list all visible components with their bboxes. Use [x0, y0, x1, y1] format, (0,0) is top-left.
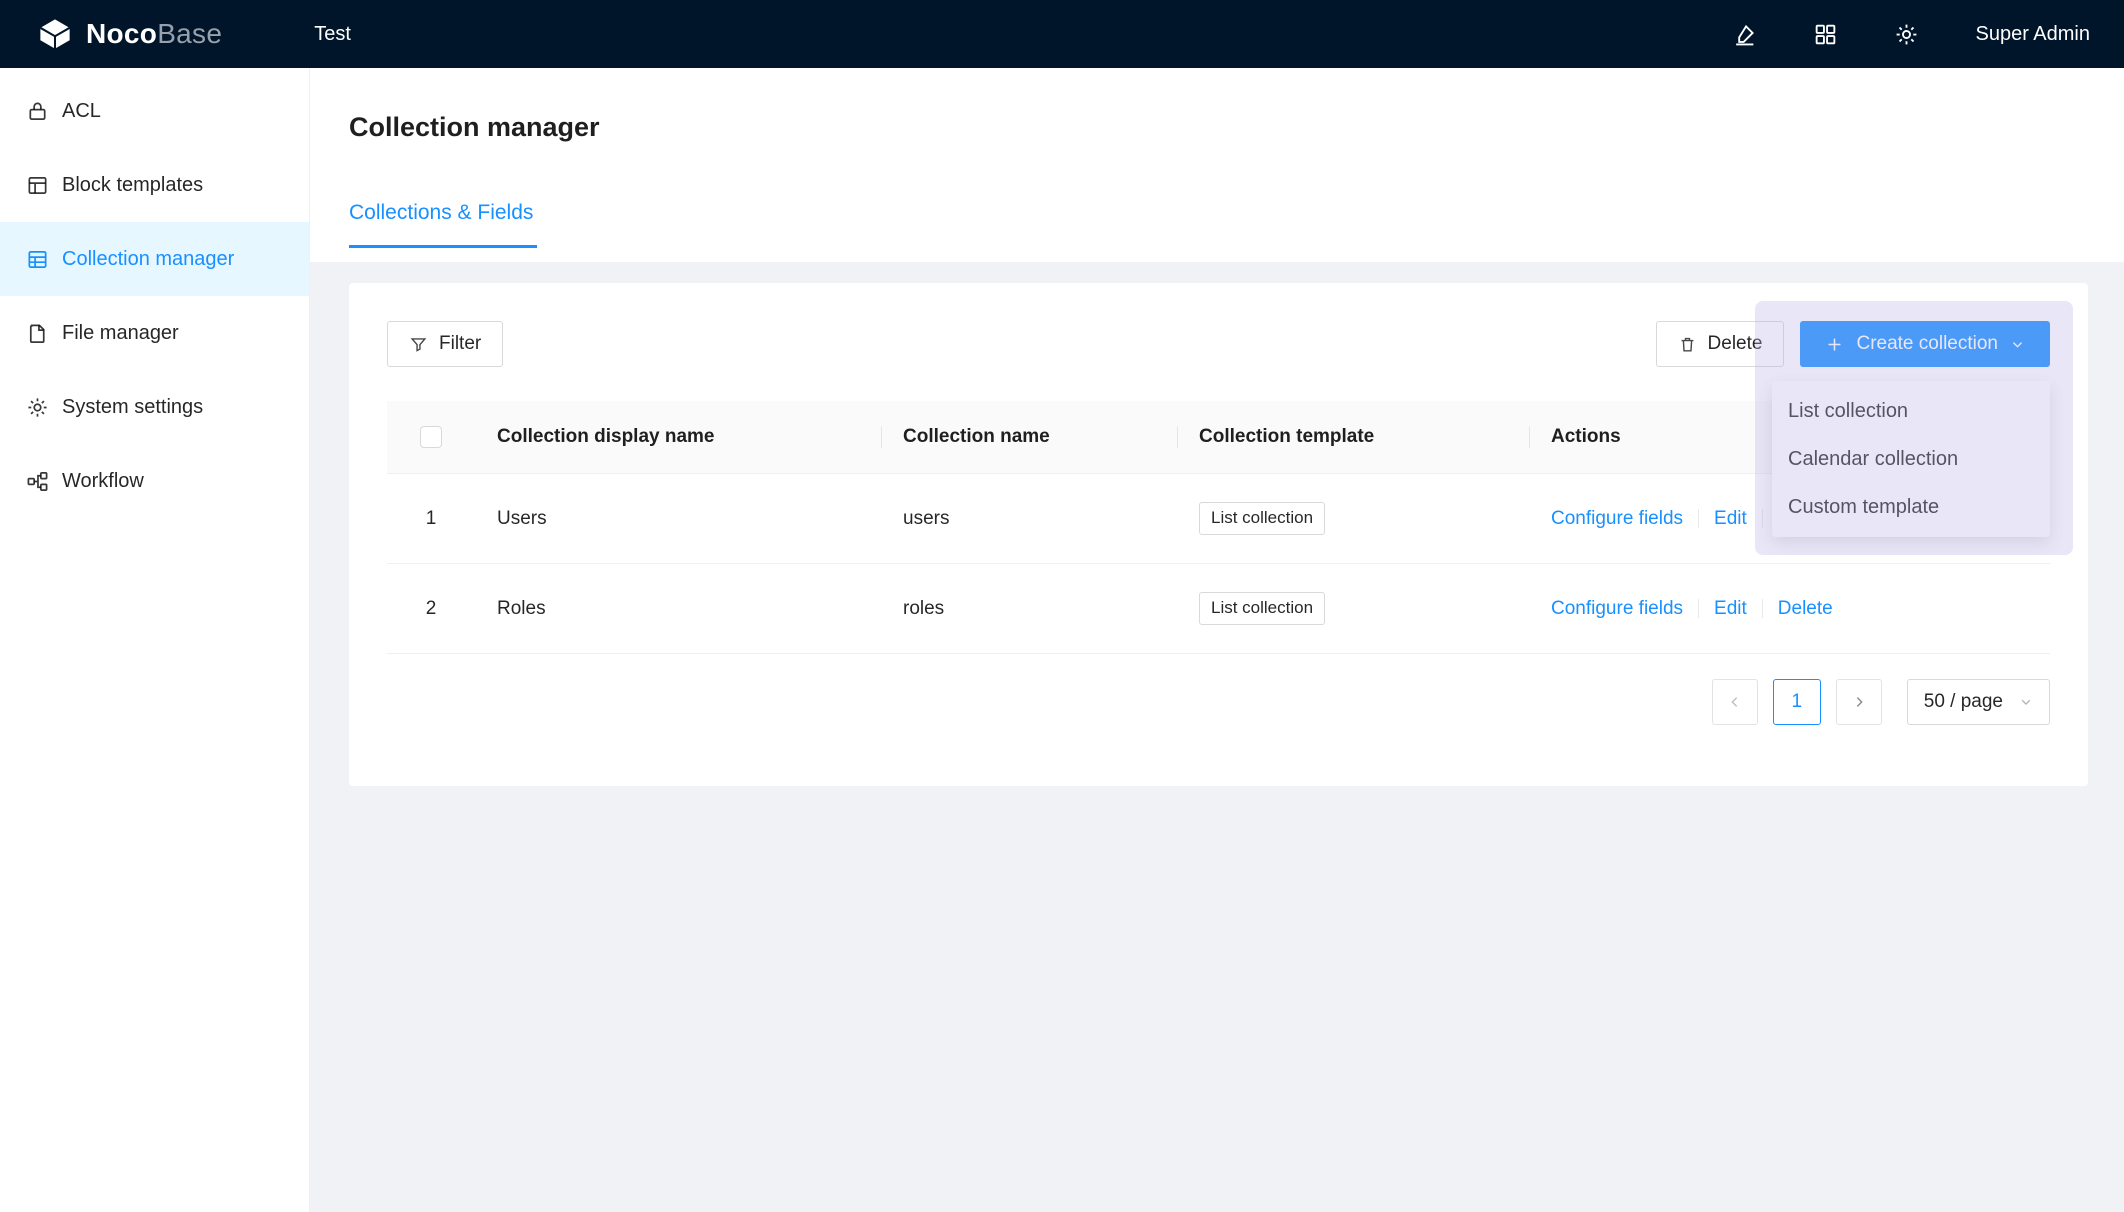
file-icon — [26, 322, 49, 345]
nocobase-logo[interactable]: NocoBase — [37, 18, 222, 50]
cell-display-name: Users — [475, 508, 881, 530]
gear-icon[interactable] — [1894, 22, 1919, 47]
trash-icon — [1678, 335, 1697, 354]
filter-icon — [409, 335, 428, 354]
sidebar-item-label: File manager — [62, 322, 179, 345]
menu-item-calendar-collection[interactable]: Calendar collection — [1772, 435, 2050, 483]
top-nav: Test — [314, 23, 351, 46]
menu-item-custom-template[interactable]: Custom template — [1772, 483, 2050, 531]
sidebar-item-collection-manager[interactable]: Collection manager — [0, 222, 309, 296]
column-collection-template: Collection template — [1177, 426, 1529, 448]
table-toolbar: Filter Delete — [387, 321, 2050, 367]
configure-fields-link[interactable]: Configure fields — [1551, 508, 1683, 530]
action-divider — [1762, 599, 1763, 618]
sidebar-item-file-manager[interactable]: File manager — [0, 296, 309, 370]
workflow-icon — [26, 470, 49, 493]
page-title: Collection manager — [349, 68, 2124, 146]
edit-link[interactable]: Edit — [1714, 508, 1747, 530]
tab-collections-fields[interactable]: Collections & Fields — [349, 201, 537, 248]
delete-link[interactable]: Delete — [1778, 598, 1833, 620]
lock-icon — [26, 100, 49, 123]
logo-text: NocoBase — [86, 18, 222, 50]
chevron-down-icon — [2019, 695, 2033, 709]
cell-display-name: Roles — [475, 598, 881, 620]
action-divider — [1698, 599, 1699, 618]
previous-page-button[interactable] — [1712, 679, 1758, 725]
action-divider — [1762, 509, 1763, 528]
logo-cube-icon — [37, 18, 73, 50]
page-number-button[interactable]: 1 — [1773, 679, 1821, 725]
sidebar-item-acl[interactable]: ACL — [0, 74, 309, 148]
create-collection-menu: List collection Calendar collection Cust… — [1772, 381, 2050, 537]
chevron-down-icon — [2010, 337, 2025, 352]
template-tag: List collection — [1199, 502, 1325, 535]
sidebar-item-block-templates[interactable]: Block templates — [0, 148, 309, 222]
row-index: 1 — [387, 508, 475, 530]
page: NocoBase Test — [0, 0, 2124, 1212]
main-area: Collection manager Collections & Fields — [310, 68, 2124, 1212]
create-collection-button[interactable]: Create collection — [1800, 321, 2050, 367]
tab-bar: Collections & Fields — [349, 201, 2124, 248]
row-index: 2 — [387, 598, 475, 620]
top-header: NocoBase Test — [0, 0, 2124, 68]
layout-icon — [26, 174, 49, 197]
cell-actions: Configure fields Edit Delete — [1529, 598, 2050, 620]
pagination: 1 50 / page — [387, 679, 2050, 725]
delete-button[interactable]: Delete — [1656, 321, 1785, 367]
main-header: Collection manager Collections & Fields — [310, 68, 2124, 262]
sidebar-item-label: Collection manager — [62, 248, 234, 271]
select-all-checkbox[interactable] — [420, 426, 442, 448]
filter-button[interactable]: Filter — [387, 321, 503, 367]
cell-collection-template: List collection — [1177, 502, 1529, 535]
menu-item-list-collection[interactable]: List collection — [1772, 387, 2050, 435]
column-display-name: Collection display name — [475, 426, 881, 448]
header-select-cell — [387, 426, 475, 448]
cell-collection-name: users — [881, 508, 1177, 530]
gear-icon — [26, 396, 49, 419]
sidebar: ACL Block templates Coll — [0, 68, 310, 1212]
column-collection-name: Collection name — [881, 426, 1177, 448]
sidebar-item-label: Block templates — [62, 174, 203, 197]
configure-fields-link[interactable]: Configure fields — [1551, 598, 1683, 620]
table-icon — [26, 248, 49, 271]
action-divider — [1698, 509, 1699, 528]
toolbar-right: Delete Create collection — [1656, 321, 2050, 367]
cell-collection-name: roles — [881, 598, 1177, 620]
next-page-button[interactable] — [1836, 679, 1882, 725]
sidebar-item-label: System settings — [62, 396, 203, 419]
highlighter-icon[interactable] — [1732, 22, 1757, 47]
user-menu[interactable]: Super Admin — [1975, 23, 2090, 46]
table-row: 2 Roles roles List collection Configure … — [387, 564, 2050, 654]
apps-icon[interactable] — [1813, 22, 1838, 47]
top-right-controls: Super Admin — [1732, 22, 2090, 47]
sidebar-item-label: Workflow — [62, 470, 144, 493]
plus-icon — [1825, 335, 1844, 354]
sidebar-item-label: ACL — [62, 100, 101, 123]
template-tag: List collection — [1199, 592, 1325, 625]
sidebar-item-workflow[interactable]: Workflow — [0, 444, 309, 518]
page-size-select[interactable]: 50 / page — [1907, 679, 2050, 725]
nav-item-test[interactable]: Test — [314, 23, 351, 45]
cell-collection-template: List collection — [1177, 592, 1529, 625]
sidebar-item-system-settings[interactable]: System settings — [0, 370, 309, 444]
edit-link[interactable]: Edit — [1714, 598, 1747, 620]
